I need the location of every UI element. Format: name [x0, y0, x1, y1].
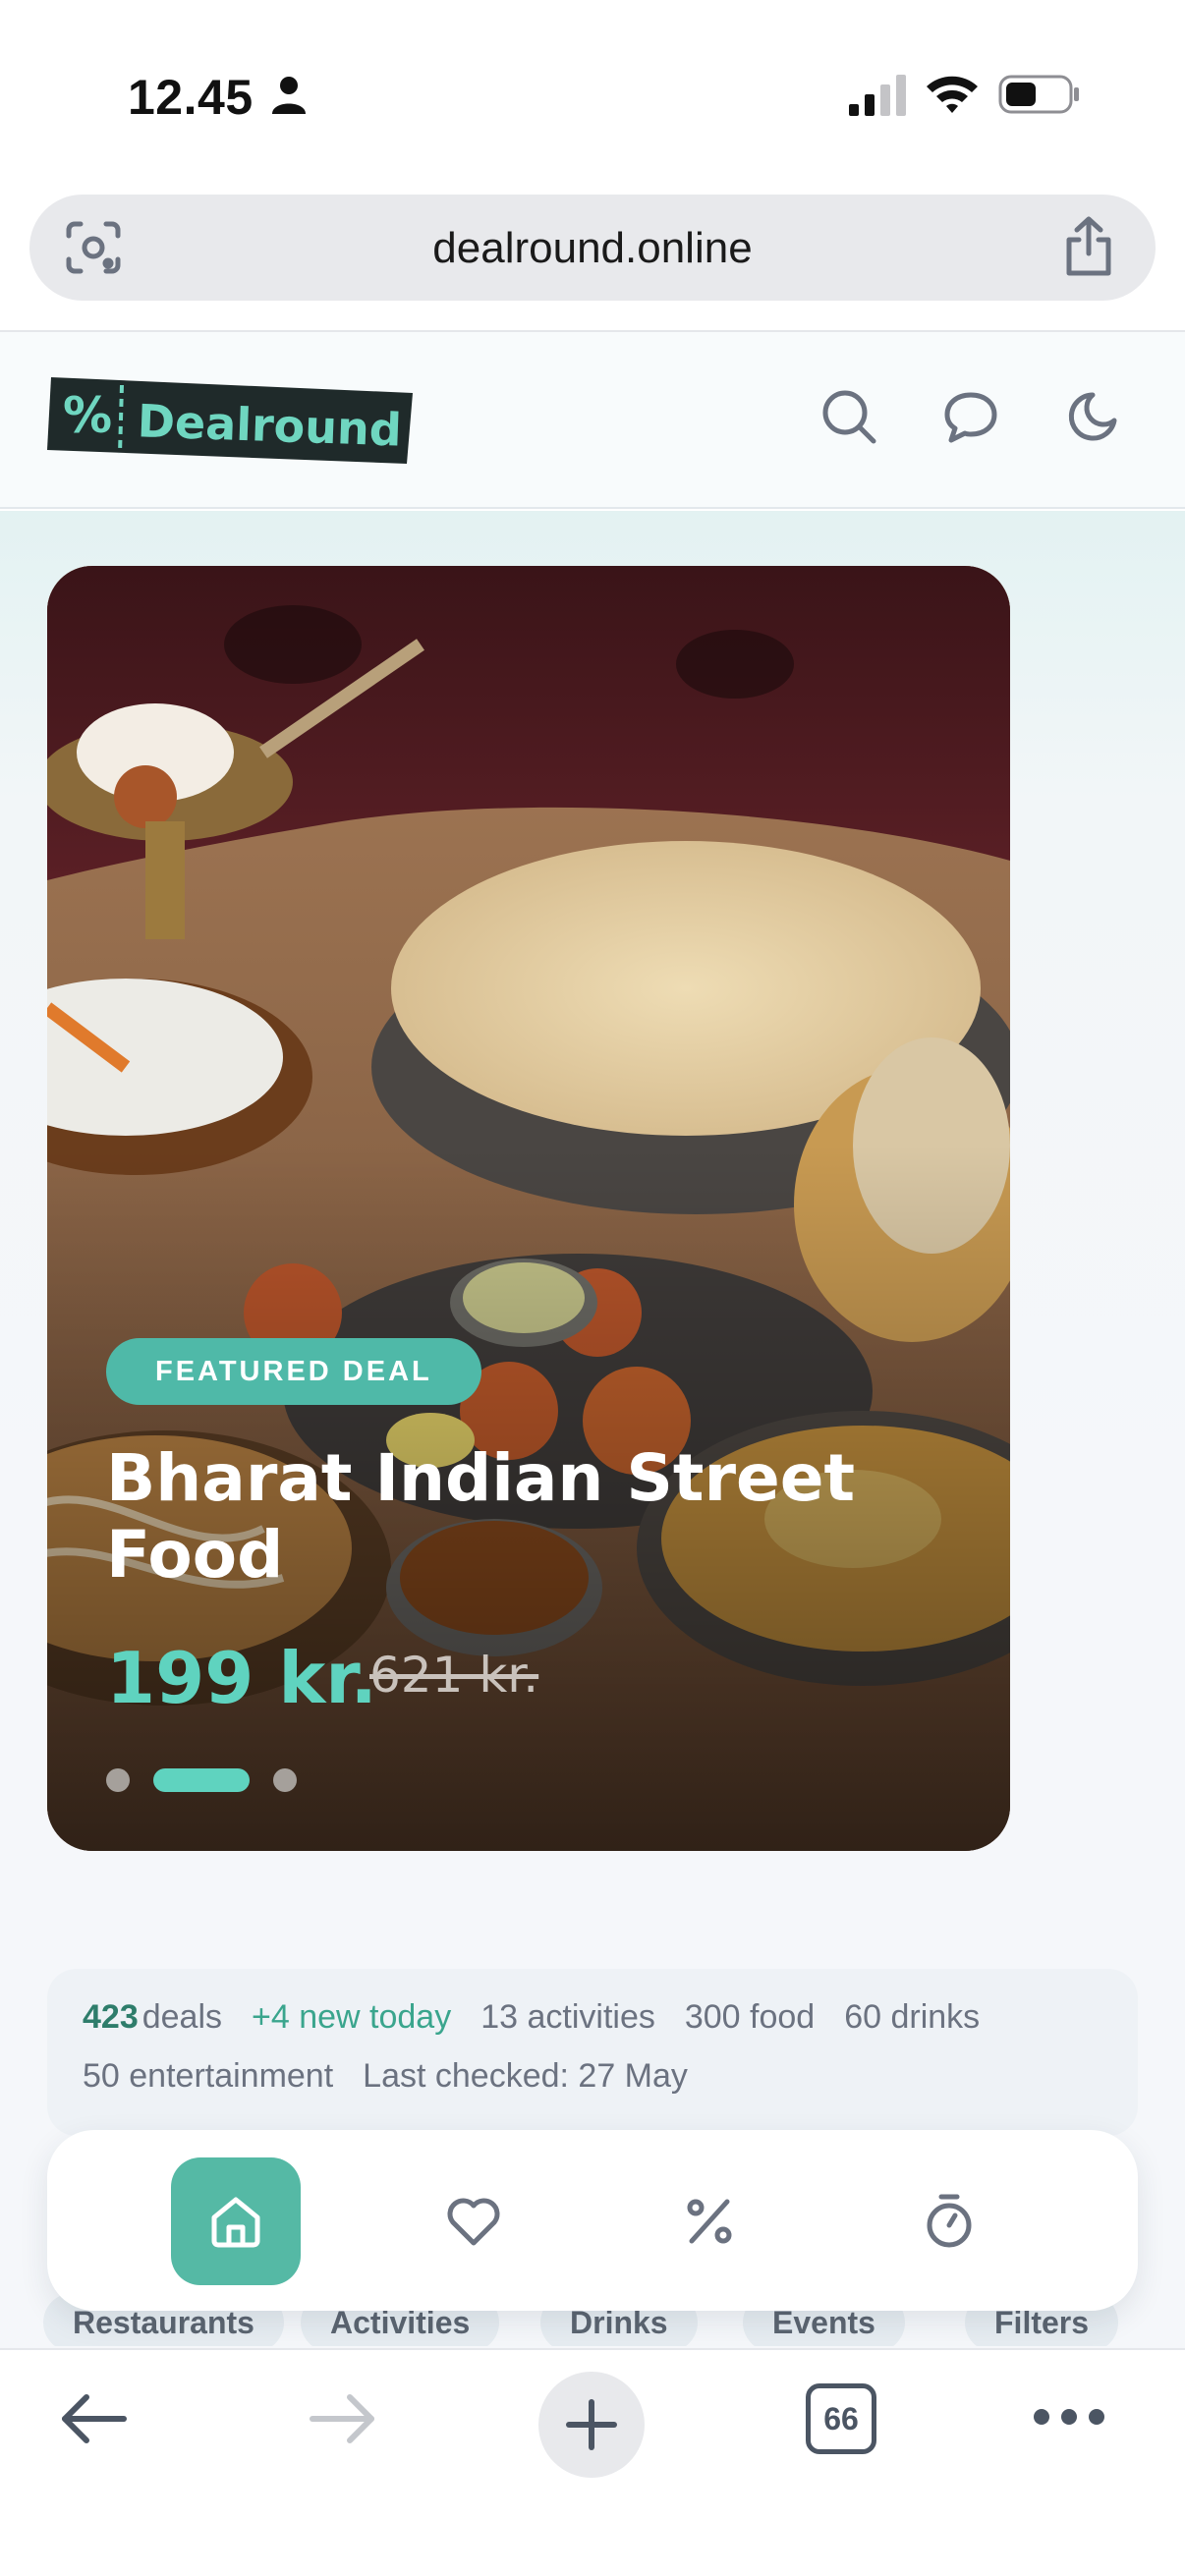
wifi-icon: [927, 76, 978, 113]
featured-deal-badge: FEATURED DEAL: [106, 1338, 481, 1405]
bottom-navigation: [47, 2130, 1138, 2311]
tab-count-button[interactable]: 66: [806, 2383, 876, 2454]
featured-deal-card[interactable]: FEATURED DEAL Bharat Indian Street Food …: [47, 566, 1010, 1851]
search-icon[interactable]: [819, 387, 878, 446]
logo-text: Dealround: [137, 394, 403, 456]
carousel-dot[interactable]: [273, 1768, 297, 1792]
deals-label: deals: [141, 1998, 223, 2036]
more-options-icon[interactable]: [1032, 2405, 1106, 2429]
cellular-signal-icon: [849, 75, 906, 116]
url-text[interactable]: dealround.online: [29, 224, 1156, 273]
nav-favorites-button[interactable]: [409, 2157, 538, 2285]
nav-deals-button[interactable]: [645, 2157, 774, 2285]
site-header: % Dealround: [0, 332, 1185, 509]
new-today-stat: +4 new today: [252, 1998, 452, 2036]
nav-ending-soon-button[interactable]: [884, 2157, 1014, 2285]
new-tab-button[interactable]: [538, 2372, 645, 2478]
battery-icon: [998, 75, 1079, 114]
forward-arrow-icon[interactable]: [307, 2383, 377, 2454]
deal-original-price: 621 kr.: [369, 1647, 539, 1704]
person-icon: [272, 77, 306, 114]
stats-line-1: 423 deals +4 new today 13 activities 300 foo…: [83, 1998, 1009, 2037]
nav-home-button[interactable]: [171, 2157, 301, 2285]
entertainment-stat: 50 entertainment: [83, 2057, 334, 2095]
heart-icon: [447, 2198, 500, 2246]
address-bar[interactable]: dealround.online: [29, 195, 1156, 301]
activities-stat: 13 activities: [480, 1998, 655, 2036]
chat-icon[interactable]: [941, 387, 1000, 446]
plus-icon: [566, 2399, 617, 2450]
percent-icon: [687, 2199, 732, 2244]
stats-line-2: 50 entertainment Last checked: 27 May: [83, 2057, 717, 2096]
dealround-logo[interactable]: % Dealround: [47, 371, 417, 466]
last-checked-text: Last checked: 27 May: [363, 2057, 688, 2095]
home-icon: [211, 2197, 260, 2248]
status-bar: 12.45: [0, 0, 1185, 187]
deal-price: 199 kr.: [106, 1637, 377, 1719]
status-time: 12.45: [128, 70, 254, 125]
back-arrow-icon[interactable]: [59, 2383, 130, 2454]
deals-count: 423: [83, 1998, 139, 2036]
drinks-stat: 60 drinks: [844, 1998, 981, 2036]
share-icon[interactable]: [1061, 216, 1116, 277]
carousel-dot-active[interactable]: [153, 1768, 250, 1792]
carousel-dot[interactable]: [106, 1768, 130, 1792]
deal-title[interactable]: Bharat Indian Street Food: [106, 1440, 951, 1594]
browser-toolbar: 66: [0, 2348, 1185, 2576]
logo-symbol: %: [63, 387, 112, 444]
moon-icon[interactable]: [1063, 387, 1122, 446]
stats-panel: 423 deals +4 new today 13 activities 300 foo…: [47, 1969, 1138, 2136]
timer-icon: [927, 2194, 972, 2248]
food-stat: 300 food: [684, 1998, 816, 2036]
